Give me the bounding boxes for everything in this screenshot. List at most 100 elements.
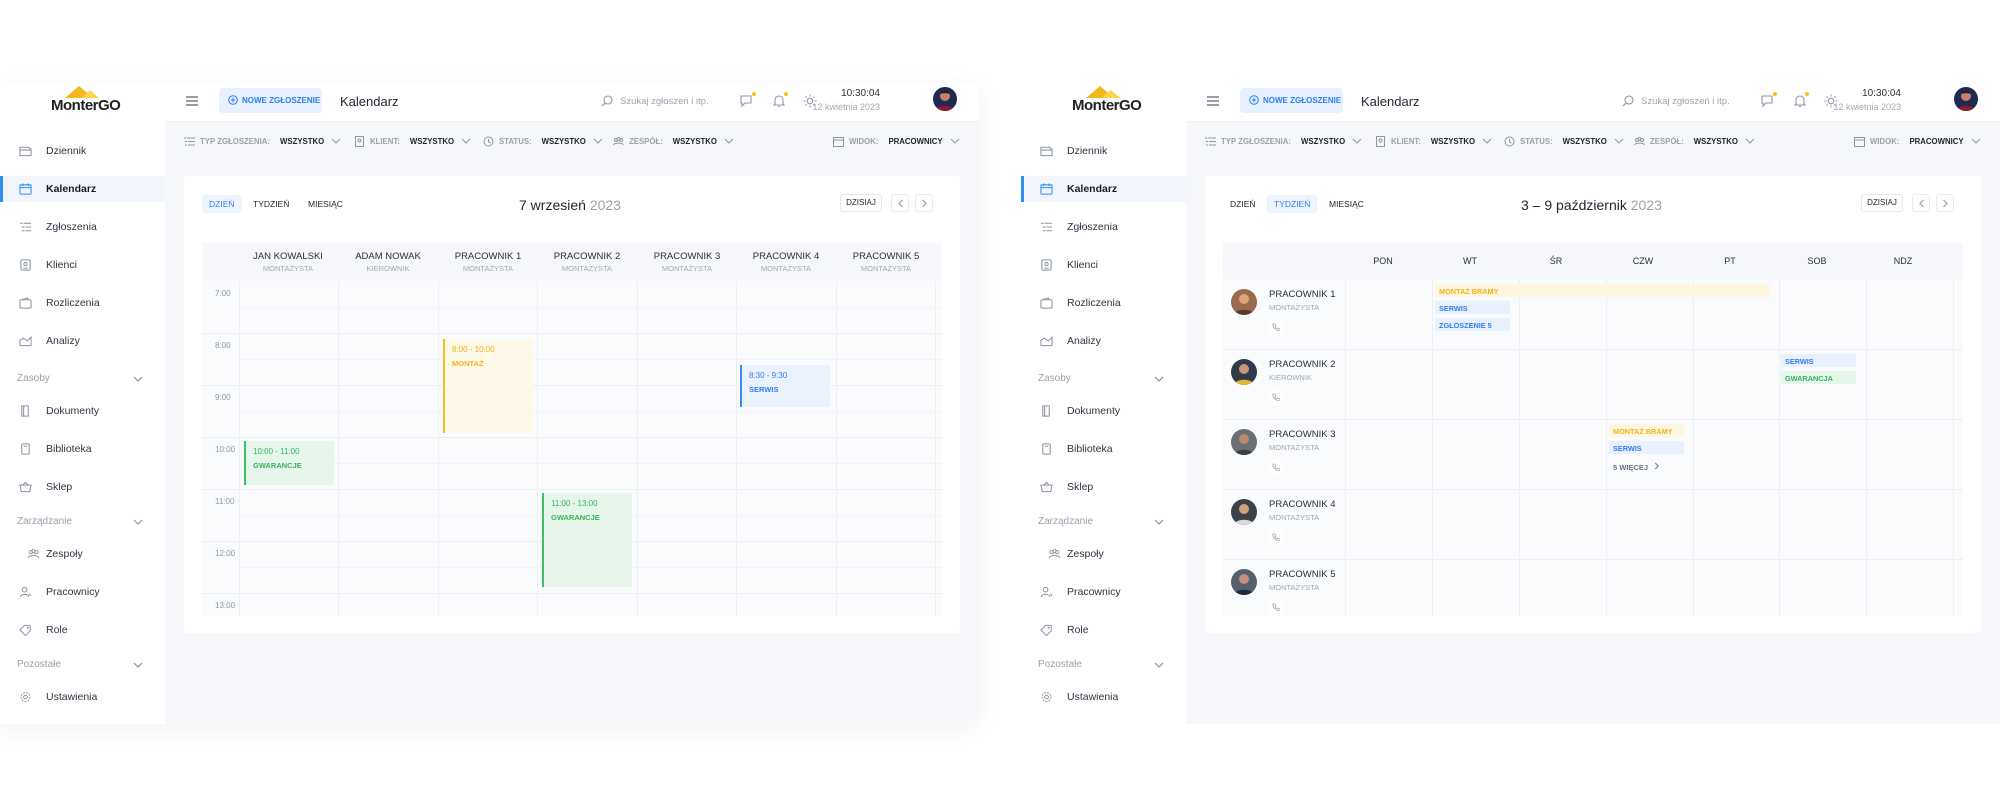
sidebar-item-dziennik[interactable]: Dziennik <box>0 138 165 164</box>
prev-button[interactable] <box>1912 194 1930 212</box>
more-events-link[interactable]: 5 WIĘCEJ <box>1613 462 1660 472</box>
chip-label: MONTAŻ BRAMY <box>1439 287 1499 296</box>
search-icon[interactable] <box>1622 95 1634 107</box>
sidebar-item-klienci[interactable]: Klienci <box>0 252 165 278</box>
event-gwarancje[interactable]: 11:00 - 13:00 GWARANCJE <box>542 493 632 587</box>
sidebar-item-label: Zgłoszenia <box>1067 221 1118 233</box>
tab-day[interactable]: DZIEŃ <box>202 195 242 213</box>
menu-icon[interactable] <box>186 96 198 106</box>
today-button[interactable]: DZISIAJ <box>840 194 882 212</box>
chevron-down-icon[interactable] <box>133 375 143 383</box>
new-ticket-button[interactable]: NOWE ZGŁOSZENIE <box>219 88 322 113</box>
page-title: Kalendarz <box>340 94 399 109</box>
sidebar-item-zespoly[interactable]: Zespoły <box>0 541 165 567</box>
filter-view[interactable]: WIDOK: PRACOWNICY <box>833 135 960 147</box>
sidebar-item-biblioteka[interactable]: Biblioteka <box>0 436 165 462</box>
sidebar-item-zespoly[interactable]: Zespoły <box>1021 541 1186 567</box>
event-chip-serwis[interactable]: SERWIS <box>1609 441 1684 454</box>
sidebar-item-role[interactable]: Role <box>0 617 165 643</box>
sidebar-item-ustawienia[interactable]: Ustawienia <box>0 684 165 710</box>
sidebar-item-dokumenty[interactable]: Dokumenty <box>1021 398 1186 424</box>
next-button[interactable] <box>1936 194 1954 212</box>
column-role: MONTAŻYSTA <box>561 264 613 273</box>
sidebar-item-kalendarz[interactable]: Kalendarz <box>1021 176 1186 202</box>
plus-circle-icon <box>1249 95 1259 105</box>
sidebar-item-analizy[interactable]: Analizy <box>1021 328 1186 354</box>
sidebar-item-sklep[interactable]: Sklep <box>1021 474 1186 500</box>
filter-status[interactable]: STATUS: WSZYSTKO <box>483 135 603 147</box>
filter-client[interactable]: KLIENT: WSZYSTKO <box>354 135 471 147</box>
sidebar-item-ustawienia[interactable]: Ustawienia <box>1021 684 1186 710</box>
sidebar-item-kalendarz[interactable]: Kalendarz <box>0 176 165 202</box>
sidebar-item-sklep[interactable]: Sklep <box>0 474 165 500</box>
filter-status[interactable]: STATUS: WSZYSTKO <box>1504 135 1624 147</box>
sidebar-item-biblioteka[interactable]: Biblioteka <box>1021 436 1186 462</box>
chevron-down-icon[interactable] <box>133 518 143 526</box>
bell-icon[interactable] <box>772 91 789 108</box>
event-chip-serwis[interactable]: SERWIS <box>1435 301 1510 314</box>
sidebar-item-rozliczenia[interactable]: Rozliczenia <box>0 290 165 316</box>
event-gwarancje[interactable]: 10:00 - 11:00 GWARANCJE <box>244 441 334 485</box>
filter-type[interactable]: TYP ZGŁOSZENIA: WSZYSTKO <box>1205 135 1362 147</box>
sidebar-item-role[interactable]: Role <box>1021 617 1186 643</box>
sidebar-item-analizy[interactable]: Analizy <box>0 328 165 354</box>
next-button[interactable] <box>915 194 933 212</box>
phone-button[interactable] <box>1268 529 1284 545</box>
chevron-down-icon[interactable] <box>1154 375 1164 383</box>
event-serwis[interactable]: 8:30 - 9:30 SERWIS <box>740 365 830 407</box>
chat-icon[interactable] <box>1761 91 1778 108</box>
filter-team[interactable]: ZESPÓŁ: WSZYSTKO <box>1634 135 1755 147</box>
sidebar-item-zgloszenia[interactable]: Zgłoszenia <box>1021 214 1186 240</box>
prev-button[interactable] <box>891 194 909 212</box>
sidebar-item-pracownicy[interactable]: Pracownicy <box>0 579 165 605</box>
sidebar-item-label: Kalendarz <box>46 183 97 195</box>
worker-name: PRACOWNIK 4 <box>1269 499 1336 510</box>
logo[interactable]: MonterGO <box>1070 84 1142 116</box>
event-chip-montaz-bramy[interactable]: MONTAŻ BRAMY <box>1435 284 1770 297</box>
new-ticket-label: NOWE ZGŁOSZENIE <box>1263 96 1342 105</box>
tab-month[interactable]: MIESIĄC <box>301 195 350 213</box>
calendar-card: DZIEŃ TYDZIEŃ MIESIĄC 3 – 9 październik … <box>1205 176 1981 633</box>
sidebar-item-klienci[interactable]: Klienci <box>1021 252 1186 278</box>
chevron-down-icon[interactable] <box>133 661 143 669</box>
contact-card-icon <box>1376 135 1385 147</box>
event-chip-serwis[interactable]: SERWIS <box>1781 354 1856 367</box>
search-icon[interactable] <box>601 95 613 107</box>
tab-week[interactable]: TYDZIEŃ <box>246 195 296 213</box>
phone-button[interactable] <box>1268 459 1284 475</box>
event-chip-montaz-bramy[interactable]: MONTAŻ BRAMY <box>1609 424 1684 437</box>
chevron-down-icon[interactable] <box>1154 661 1164 669</box>
avatar[interactable] <box>933 87 957 111</box>
filter-view[interactable]: WIDOK: PRACOWNICY <box>1854 135 1981 147</box>
event-chip-zgloszenie[interactable]: ZGŁOSZENIE 5 <box>1435 318 1510 331</box>
tab-week[interactable]: TYDZIEŃ <box>1267 195 1318 213</box>
chat-icon[interactable] <box>740 91 757 108</box>
grid-hour-line <box>202 489 942 490</box>
filter-team-value: WSZYSTKO <box>672 136 717 146</box>
sidebar-item-dokumenty[interactable]: Dokumenty <box>0 398 165 424</box>
search-input[interactable] <box>1641 92 1763 110</box>
bell-icon[interactable] <box>1793 91 1810 108</box>
filter-client[interactable]: KLIENT: WSZYSTKO <box>1375 135 1492 147</box>
event-chip-gwarancja[interactable]: GWARANCJA <box>1781 371 1856 384</box>
new-ticket-button[interactable]: NOWE ZGŁOSZENIE <box>1240 88 1343 113</box>
menu-icon[interactable] <box>1207 96 1219 106</box>
tab-day[interactable]: DZIEŃ <box>1223 195 1263 213</box>
filter-type[interactable]: TYP ZGŁOSZENIA: WSZYSTKO <box>184 135 341 147</box>
today-button[interactable]: DZISIAJ <box>1861 194 1903 212</box>
avatar[interactable] <box>1954 87 1978 111</box>
tab-month[interactable]: MIESIĄC <box>1322 195 1371 213</box>
phone-button[interactable] <box>1268 599 1284 615</box>
sidebar-item-dziennik[interactable]: Dziennik <box>1021 138 1186 164</box>
event-montaz[interactable]: 8:00 - 10:00 MONTAŻ <box>443 339 533 433</box>
filter-team[interactable]: ZESPÓŁ: WSZYSTKO <box>613 135 734 147</box>
search-input[interactable] <box>620 92 742 110</box>
sidebar-item-zgloszenia[interactable]: Zgłoszenia <box>0 214 165 240</box>
logo[interactable]: MonterGO <box>49 84 121 116</box>
contact-card-icon <box>1041 259 1052 271</box>
sidebar-item-pracownicy[interactable]: Pracownicy <box>1021 579 1186 605</box>
phone-button[interactable] <box>1268 319 1284 335</box>
sidebar-item-rozliczenia[interactable]: Rozliczenia <box>1021 290 1186 316</box>
phone-button[interactable] <box>1268 389 1284 405</box>
chevron-down-icon[interactable] <box>1154 518 1164 526</box>
